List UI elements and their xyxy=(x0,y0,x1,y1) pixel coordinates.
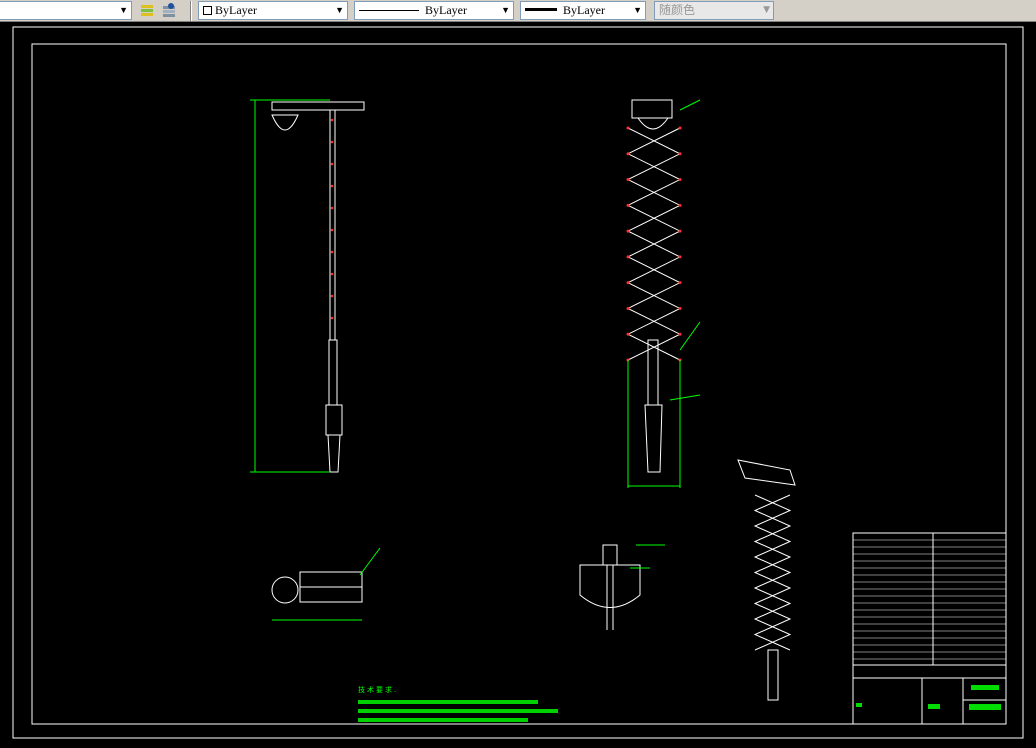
joint-point xyxy=(678,255,682,259)
lineweight-value: ByLayer xyxy=(563,3,605,17)
title-block xyxy=(852,532,1007,725)
chevron-down-icon: ▼ xyxy=(119,5,128,15)
linetype-combo[interactable]: ByLayer ▼ xyxy=(354,1,514,20)
cad-drawing xyxy=(12,26,1024,739)
joint-point xyxy=(626,126,630,130)
pole-side-view xyxy=(271,101,365,473)
color-value: ByLayer xyxy=(215,3,257,17)
joint-point xyxy=(330,316,334,320)
plotstyle-combo: 随颜色 ▼ xyxy=(654,1,774,20)
joint-point xyxy=(330,184,334,188)
joint-point xyxy=(678,229,682,233)
joint-point xyxy=(330,206,334,210)
joint-point xyxy=(626,229,630,233)
joint-point xyxy=(678,178,682,182)
joint-point xyxy=(678,203,682,207)
joint-point xyxy=(626,178,630,182)
joint-point xyxy=(330,294,334,298)
detail-view-left xyxy=(271,571,363,604)
notes-heading: 技术要求. xyxy=(358,686,399,694)
joint-point xyxy=(678,281,682,285)
scissor-link xyxy=(753,494,792,651)
inner-frame xyxy=(31,43,1007,725)
joint-point xyxy=(626,203,630,207)
technical-notes: 技术要求. xyxy=(358,685,558,727)
color-swatch-icon xyxy=(203,6,212,15)
title-block-fills xyxy=(856,685,1001,710)
outer-frame xyxy=(12,26,1024,739)
color-combo[interactable]: ByLayer ▼ xyxy=(198,1,348,20)
drawing-canvas[interactable]: 技术要求. xyxy=(0,23,1036,748)
linetype-preview-icon xyxy=(359,10,419,11)
lineweight-preview-icon xyxy=(525,8,557,11)
layer-previous-icon[interactable] xyxy=(138,2,156,19)
joint-point xyxy=(678,306,682,310)
joint-point xyxy=(678,332,682,336)
plotstyle-value: 随颜色 xyxy=(659,3,696,17)
joint-point xyxy=(626,306,630,310)
chevron-down-icon: ▼ xyxy=(335,5,344,15)
linetype-value: ByLayer xyxy=(425,3,467,17)
layer-state-icon[interactable] xyxy=(160,2,178,19)
joint-point xyxy=(330,118,334,122)
lineweight-combo[interactable]: ByLayer ▼ xyxy=(520,1,646,20)
scissor-link xyxy=(626,127,682,361)
detail-view-center xyxy=(579,544,641,630)
dimensions xyxy=(250,99,701,621)
properties-toolbar: ▼ ByLayer ▼ ByLayer ▼ ByLayer ▼ 随颜色 ▼ xyxy=(0,0,1036,22)
joint-point xyxy=(626,255,630,259)
joint-point xyxy=(330,250,334,254)
joint-point xyxy=(330,228,334,232)
joint-point xyxy=(626,281,630,285)
chevron-down-icon: ▼ xyxy=(763,5,770,15)
chevron-down-icon: ▼ xyxy=(501,5,510,15)
chevron-down-icon: ▼ xyxy=(633,5,642,15)
joint-point xyxy=(330,140,334,144)
isometric-view xyxy=(737,459,796,701)
joint-point xyxy=(678,152,682,156)
joint-point xyxy=(626,332,630,336)
layer-combo[interactable]: ▼ xyxy=(0,1,132,20)
joint-point xyxy=(330,162,334,166)
joint-point xyxy=(678,126,682,130)
joint-point xyxy=(626,152,630,156)
scissor-front-view xyxy=(626,99,682,473)
joint-point xyxy=(330,272,334,276)
